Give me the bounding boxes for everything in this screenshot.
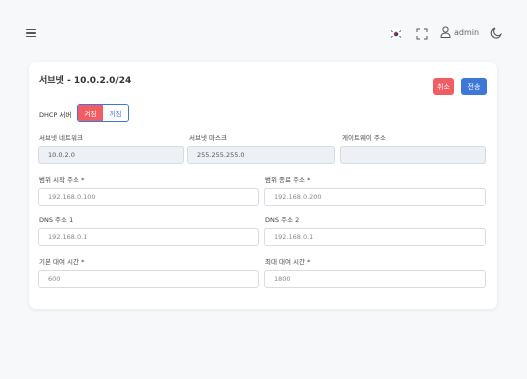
default-lease-input[interactable]: 600: [38, 270, 259, 288]
top-bar: admin: [0, 0, 527, 62]
dns1-label: DNS 주소 1: [39, 216, 74, 224]
max-lease-label: 최대 대여 시간 *: [265, 258, 311, 266]
range-end-input[interactable]: 192.168.0.200: [264, 188, 486, 206]
dhcp-on-option[interactable]: 켜짐: [78, 105, 103, 121]
dns2-label: DNS 주소 2: [265, 216, 300, 224]
range-end-label: 범위 종료 주소 *: [265, 176, 311, 184]
user-name: admin: [454, 27, 480, 37]
default-lease-label: 기본 대여 시간 *: [39, 258, 85, 266]
range-start-input[interactable]: 192.168.0.100: [38, 188, 259, 206]
dns2-input[interactable]: 192.168.0.1: [264, 228, 486, 246]
subnet-mask-field: 255.255.255.0: [187, 146, 335, 164]
dhcp-toggle[interactable]: 켜짐 꺼짐: [77, 104, 129, 122]
subnet-network-label: 서브넷 네트워크: [39, 134, 83, 142]
max-lease-input[interactable]: 1800: [264, 270, 486, 288]
moon-icon[interactable]: [489, 27, 502, 40]
dhcp-off-option[interactable]: 꺼짐: [103, 105, 128, 121]
user-icon: [440, 26, 451, 38]
gateway-label: 게이트웨이 주소: [342, 134, 386, 142]
page-title: 서브넷 - 10.0.2.0/24: [39, 76, 132, 86]
cancel-button[interactable]: 취소: [433, 78, 454, 95]
range-start-label: 범위 시작 주소 *: [39, 176, 85, 184]
dns1-input[interactable]: 192.168.0.1: [38, 228, 259, 246]
subnet-network-field: 10.0.2.0: [38, 146, 184, 164]
korea-flag-icon[interactable]: [390, 29, 402, 39]
dhcp-server-label: DHCP 서버: [39, 111, 72, 119]
gateway-field: [340, 146, 486, 164]
user-menu[interactable]: admin: [440, 26, 479, 38]
hamburger-menu-icon[interactable]: [26, 29, 36, 37]
fullscreen-icon[interactable]: [416, 28, 428, 40]
subnet-mask-label: 서브넷 마스크: [189, 134, 227, 142]
submit-button[interactable]: 전송: [461, 78, 487, 95]
subnet-form-card: 서브넷 - 10.0.2.0/24 취소 전송 DHCP 서버 켜짐 꺼짐 서브…: [29, 62, 497, 309]
